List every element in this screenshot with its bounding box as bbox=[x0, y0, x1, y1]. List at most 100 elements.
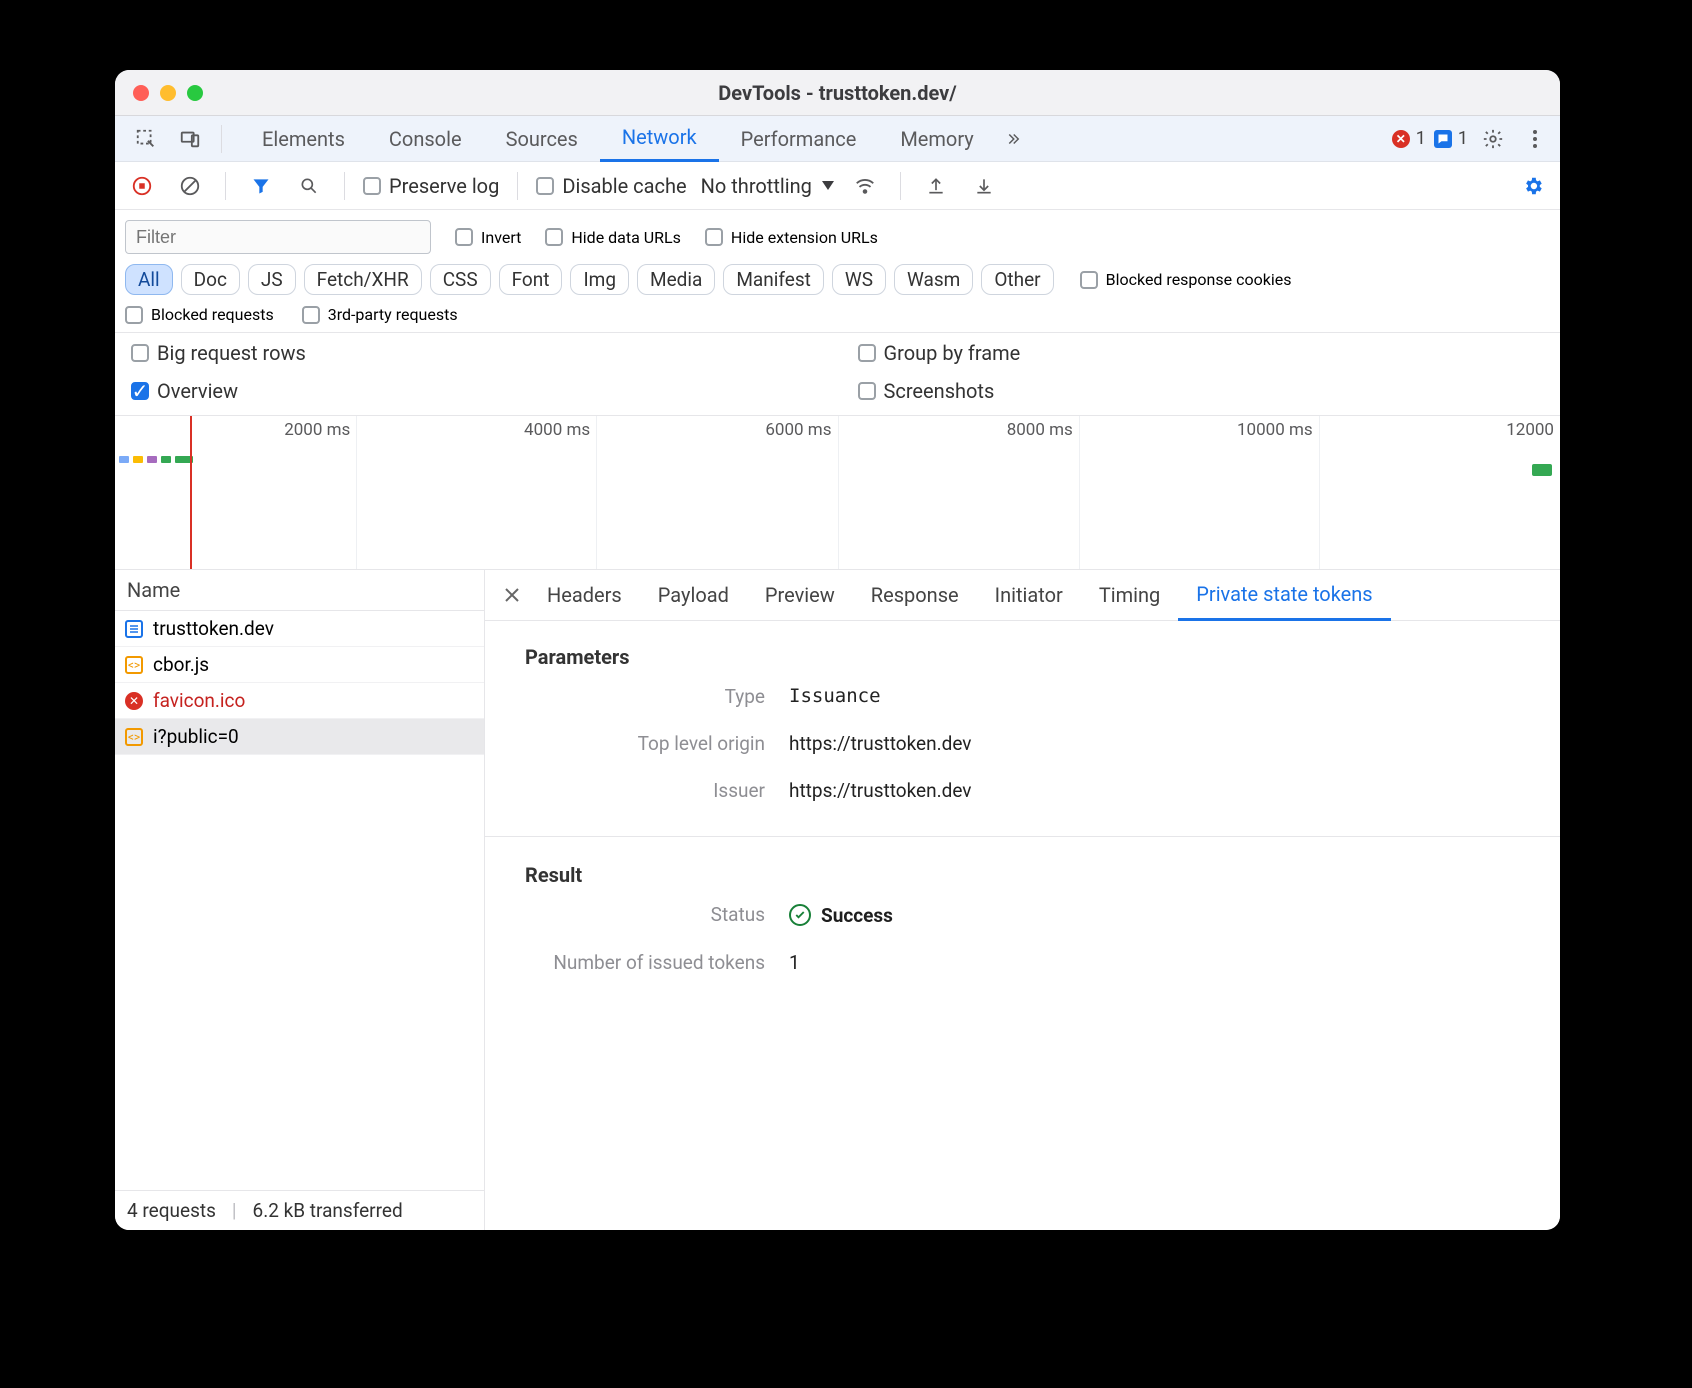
result-title: Result bbox=[485, 859, 1560, 903]
disable-cache-label: Disable cache bbox=[562, 174, 686, 198]
minimize-icon[interactable] bbox=[160, 85, 176, 101]
type-label: Type bbox=[485, 685, 765, 708]
detail-tab-headers[interactable]: Headers bbox=[529, 571, 640, 619]
detail-tab-private-state-tokens[interactable]: Private state tokens bbox=[1178, 570, 1390, 621]
type-pill-font[interactable]: Font bbox=[499, 264, 563, 295]
detail-tabs: HeadersPayloadPreviewResponseInitiatorTi… bbox=[485, 570, 1560, 621]
status-value: Success bbox=[821, 904, 893, 927]
type-pill-css[interactable]: CSS bbox=[430, 264, 491, 295]
screenshots-checkbox[interactable]: Screenshots bbox=[858, 379, 1545, 403]
tab-memory[interactable]: Memory bbox=[878, 116, 995, 162]
errors-count: 1 bbox=[1416, 128, 1426, 149]
timeline-tick-label: 4000 ms bbox=[524, 420, 596, 440]
request-name: trusttoken.dev bbox=[153, 617, 274, 640]
type-pill-wasm[interactable]: Wasm bbox=[894, 264, 973, 295]
window-controls bbox=[115, 85, 203, 101]
kebab-icon[interactable] bbox=[1518, 122, 1552, 156]
invert-checkbox[interactable]: Invert bbox=[455, 228, 521, 247]
timeline-end-marker bbox=[1532, 464, 1552, 476]
detail-tab-timing[interactable]: Timing bbox=[1081, 571, 1178, 619]
hide-data-urls-checkbox[interactable]: Hide data URLs bbox=[545, 228, 681, 247]
request-row[interactable]: <>cbor.js bbox=[115, 647, 484, 683]
tab-elements[interactable]: Elements bbox=[240, 116, 367, 162]
document-icon bbox=[125, 620, 143, 638]
throttling-value: No throttling bbox=[701, 174, 812, 198]
request-row[interactable]: <>i?public=0 bbox=[115, 719, 484, 755]
big-rows-checkbox[interactable]: Big request rows bbox=[131, 341, 818, 365]
clear-icon[interactable] bbox=[173, 169, 207, 203]
timeline-cursor[interactable] bbox=[190, 416, 192, 569]
type-pill-fetch-xhr[interactable]: Fetch/XHR bbox=[304, 264, 422, 295]
overview-checkbox[interactable]: ✓Overview bbox=[131, 379, 818, 403]
network-conditions-icon[interactable] bbox=[848, 169, 882, 203]
blocked-cookies-checkbox[interactable]: Blocked response cookies bbox=[1080, 270, 1292, 289]
network-toolbar: Preserve log Disable cache No throttling bbox=[115, 162, 1560, 210]
devtools-tabs: ElementsConsoleSourcesNetworkPerformance… bbox=[115, 116, 1560, 162]
titlebar: DevTools - trusttoken.dev/ bbox=[115, 70, 1560, 116]
type-pill-other[interactable]: Other bbox=[981, 264, 1053, 295]
detail-tab-payload[interactable]: Payload bbox=[640, 571, 747, 619]
blocked-requests-checkbox[interactable]: Blocked requests bbox=[125, 305, 274, 324]
disable-cache-checkbox[interactable]: Disable cache bbox=[536, 174, 686, 198]
issues-chip[interactable]: 1 bbox=[1434, 128, 1468, 149]
issues-count: 1 bbox=[1458, 128, 1468, 149]
type-filter-pills: All Doc JS Fetch/XHR CSS FontImg Media Manifest… bbox=[125, 264, 1548, 295]
timeline-tick-label: 2000 ms bbox=[284, 420, 356, 440]
network-settings-icon[interactable] bbox=[1516, 169, 1550, 203]
name-column-header[interactable]: Name bbox=[115, 570, 484, 611]
group-frame-checkbox[interactable]: Group by frame bbox=[858, 341, 1545, 365]
preserve-log-checkbox[interactable]: Preserve log bbox=[363, 174, 499, 198]
chevron-down-icon bbox=[822, 181, 834, 190]
detail-tab-initiator[interactable]: Initiator bbox=[977, 571, 1081, 619]
errors-chip[interactable]: ✕1 bbox=[1392, 128, 1426, 149]
request-name: cbor.js bbox=[153, 653, 209, 676]
zoom-icon[interactable] bbox=[187, 85, 203, 101]
throttling-select[interactable]: No throttling bbox=[701, 174, 834, 198]
request-row[interactable]: trusttoken.dev bbox=[115, 611, 484, 647]
view-options: Big request rows Group by frame ✓Overvie… bbox=[115, 333, 1560, 416]
request-row[interactable]: ✕favicon.ico bbox=[115, 683, 484, 719]
detail-tab-preview[interactable]: Preview bbox=[747, 571, 853, 619]
transferred-size: 6.2 kB transferred bbox=[253, 1199, 403, 1222]
third-party-checkbox[interactable]: 3rd-party requests bbox=[302, 305, 458, 324]
tab-sources[interactable]: Sources bbox=[484, 116, 600, 162]
import-har-icon[interactable] bbox=[967, 169, 1001, 203]
type-pill-media[interactable]: Media bbox=[637, 264, 715, 295]
close-icon[interactable] bbox=[133, 85, 149, 101]
success-icon bbox=[789, 904, 811, 926]
type-pill-all[interactable]: All bbox=[125, 264, 173, 295]
hide-ext-urls-checkbox[interactable]: Hide extension URLs bbox=[705, 228, 878, 247]
request-list: trusttoken.dev<>cbor.js✕favicon.ico<>i?p… bbox=[115, 611, 484, 1190]
parameters-title: Parameters bbox=[485, 641, 1560, 685]
timeline-tick-label: 8000 ms bbox=[1007, 420, 1079, 440]
tab-console[interactable]: Console bbox=[367, 116, 484, 162]
filter-icon[interactable] bbox=[244, 169, 278, 203]
status-label: Status bbox=[485, 903, 765, 927]
num-tokens-value: 1 bbox=[789, 951, 1560, 974]
type-pill-js[interactable]: JS bbox=[248, 264, 296, 295]
error-icon: ✕ bbox=[125, 692, 143, 710]
script-icon: <> bbox=[125, 728, 143, 746]
more-tabs-icon[interactable] bbox=[996, 122, 1030, 156]
close-detail-icon[interactable] bbox=[495, 578, 529, 612]
filter-bar: Invert Hide data URLs Hide extension URL… bbox=[115, 210, 1560, 333]
tab-performance[interactable]: Performance bbox=[719, 116, 879, 162]
devtools-window: DevTools - trusttoken.dev/ ElementsConso… bbox=[115, 70, 1560, 1230]
search-icon[interactable] bbox=[292, 169, 326, 203]
type-pill-manifest[interactable]: Manifest bbox=[723, 264, 824, 295]
issuer-label: Issuer bbox=[485, 779, 765, 802]
device-toggle-icon[interactable] bbox=[173, 122, 207, 156]
export-har-icon[interactable] bbox=[919, 169, 953, 203]
overview-timeline[interactable]: 2000 ms4000 ms6000 ms8000 ms10000 ms1200… bbox=[115, 416, 1560, 570]
detail-tab-response[interactable]: Response bbox=[853, 571, 977, 619]
window-title: DevTools - trusttoken.dev/ bbox=[115, 70, 1560, 116]
inspect-icon[interactable] bbox=[129, 122, 163, 156]
detail-panel: HeadersPayloadPreviewResponseInitiatorTi… bbox=[485, 570, 1560, 1230]
record-icon[interactable] bbox=[125, 169, 159, 203]
filter-input[interactable] bbox=[125, 220, 431, 254]
type-pill-img[interactable]: Img bbox=[570, 264, 629, 295]
type-pill-ws[interactable]: WS bbox=[832, 264, 886, 295]
tab-network[interactable]: Network bbox=[600, 116, 719, 162]
settings-icon[interactable] bbox=[1476, 122, 1510, 156]
type-pill-doc[interactable]: Doc bbox=[181, 264, 240, 295]
